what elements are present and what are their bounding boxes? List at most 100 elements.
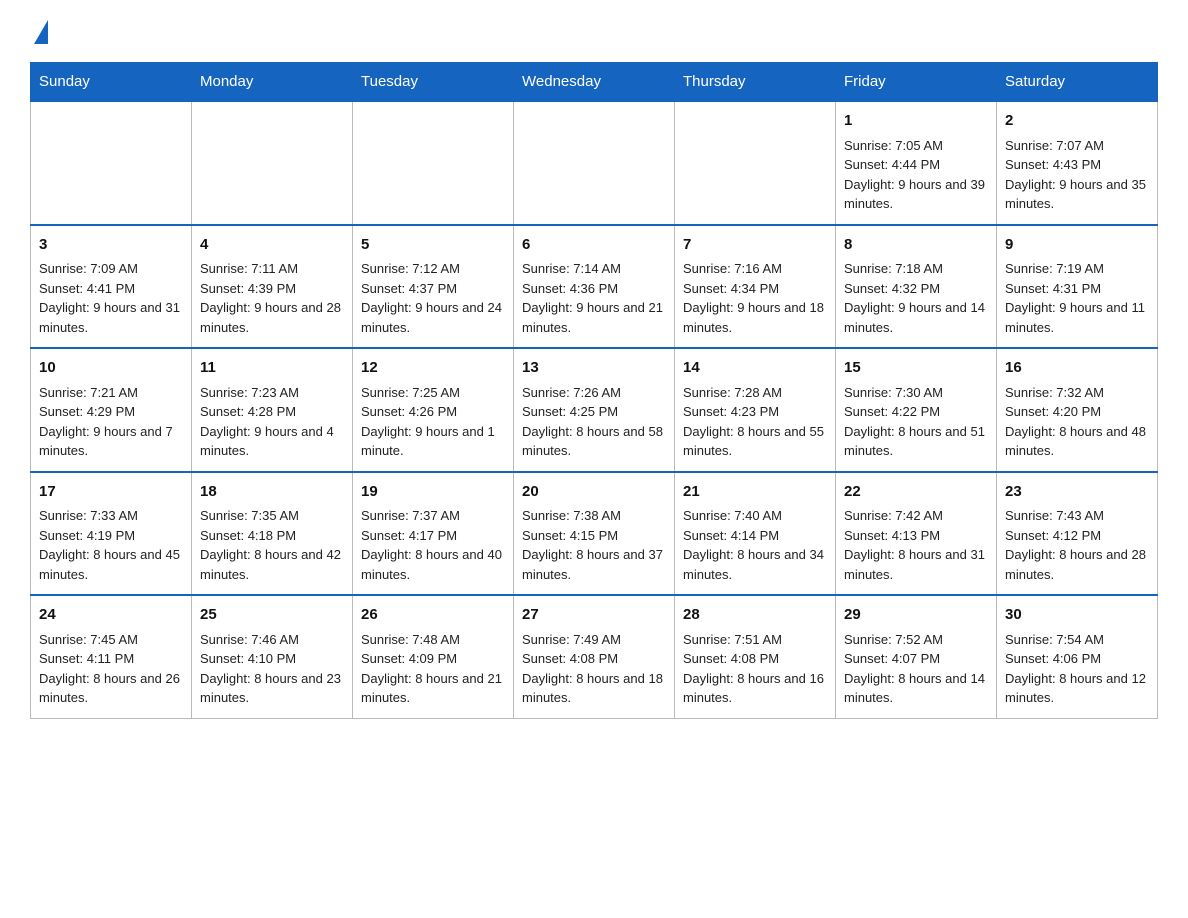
- calendar-cell: 20 Sunrise: 7:38 AMSunset: 4:15 PMDayligh…: [514, 472, 675, 596]
- day-number: 16: [1005, 357, 1149, 380]
- calendar-cell: 26 Sunrise: 7:48 AMSunset: 4:09 PMDayligh…: [353, 595, 514, 718]
- day-info: Sunrise: 7:43 AMSunset: 4:12 PMDaylight:…: [1005, 508, 1146, 582]
- day-number: 27: [522, 604, 666, 627]
- day-number: 23: [1005, 481, 1149, 504]
- day-info: Sunrise: 7:25 AMSunset: 4:26 PMDaylight:…: [361, 385, 495, 459]
- calendar-cell: 12 Sunrise: 7:25 AMSunset: 4:26 PMDayligh…: [353, 348, 514, 472]
- day-info: Sunrise: 7:52 AMSunset: 4:07 PMDaylight:…: [844, 632, 985, 706]
- day-number: 2: [1005, 110, 1149, 133]
- calendar-week-row: 17 Sunrise: 7:33 AMSunset: 4:19 PMDayligh…: [31, 472, 1158, 596]
- calendar-cell: 5 Sunrise: 7:12 AMSunset: 4:37 PMDaylight…: [353, 225, 514, 349]
- day-info: Sunrise: 7:32 AMSunset: 4:20 PMDaylight:…: [1005, 385, 1146, 459]
- day-info: Sunrise: 7:30 AMSunset: 4:22 PMDaylight:…: [844, 385, 985, 459]
- calendar-cell: 29 Sunrise: 7:52 AMSunset: 4:07 PMDayligh…: [836, 595, 997, 718]
- day-number: 5: [361, 234, 505, 257]
- day-number: 3: [39, 234, 183, 257]
- calendar-cell: 8Sunrise: 7:18 AMSunset: 4:32 PMDaylight…: [836, 225, 997, 349]
- day-number: 24: [39, 604, 183, 627]
- day-info: Sunrise: 7:35 AMSunset: 4:18 PMDaylight:…: [200, 508, 341, 582]
- day-of-week-header: Monday: [192, 63, 353, 102]
- calendar-cell: 24 Sunrise: 7:45 AMSunset: 4:11 PMDayligh…: [31, 595, 192, 718]
- calendar-cell: 11 Sunrise: 7:23 AMSunset: 4:28 PMDayligh…: [192, 348, 353, 472]
- calendar-cell: 18 Sunrise: 7:35 AMSunset: 4:18 PMDayligh…: [192, 472, 353, 596]
- day-info: Sunrise: 7:37 AMSunset: 4:17 PMDaylight:…: [361, 508, 502, 582]
- day-number: 11: [200, 357, 344, 380]
- day-number: 18: [200, 481, 344, 504]
- day-number: 1: [844, 110, 988, 133]
- day-number: 10: [39, 357, 183, 380]
- day-info: Sunrise: 7:07 AMSunset: 4:43 PMDaylight:…: [1005, 138, 1146, 212]
- day-info: Sunrise: 7:21 AMSunset: 4:29 PMDaylight:…: [39, 385, 173, 459]
- day-number: 6: [522, 234, 666, 257]
- calendar-week-row: 3Sunrise: 7:09 AMSunset: 4:41 PMDaylight…: [31, 225, 1158, 349]
- day-info: Sunrise: 7:23 AMSunset: 4:28 PMDaylight:…: [200, 385, 334, 459]
- calendar-cell: 25 Sunrise: 7:46 AMSunset: 4:10 PMDayligh…: [192, 595, 353, 718]
- day-info: Sunrise: 7:12 AMSunset: 4:37 PMDaylight:…: [361, 261, 502, 335]
- calendar-cell: 22 Sunrise: 7:42 AMSunset: 4:13 PMDayligh…: [836, 472, 997, 596]
- day-info: Sunrise: 7:18 AMSunset: 4:32 PMDaylight:…: [844, 261, 985, 335]
- day-info: Sunrise: 7:38 AMSunset: 4:15 PMDaylight:…: [522, 508, 663, 582]
- day-number: 28: [683, 604, 827, 627]
- calendar-week-row: 1Sunrise: 7:05 AMSunset: 4:44 PMDaylight…: [31, 101, 1158, 225]
- day-of-week-header: Wednesday: [514, 63, 675, 102]
- day-info: Sunrise: 7:14 AMSunset: 4:36 PMDaylight:…: [522, 261, 663, 335]
- day-number: 26: [361, 604, 505, 627]
- day-number: 12: [361, 357, 505, 380]
- day-info: Sunrise: 7:45 AMSunset: 4:11 PMDaylight:…: [39, 632, 180, 706]
- calendar-cell: 28 Sunrise: 7:51 AMSunset: 4:08 PMDayligh…: [675, 595, 836, 718]
- day-number: 13: [522, 357, 666, 380]
- calendar-cell: [514, 101, 675, 225]
- logo-triangle-icon: [34, 20, 48, 44]
- day-number: 29: [844, 604, 988, 627]
- calendar-cell: 23 Sunrise: 7:43 AMSunset: 4:12 PMDayligh…: [997, 472, 1158, 596]
- day-number: 15: [844, 357, 988, 380]
- day-info: Sunrise: 7:46 AMSunset: 4:10 PMDaylight:…: [200, 632, 341, 706]
- day-number: 20: [522, 481, 666, 504]
- day-info: Sunrise: 7:49 AMSunset: 4:08 PMDaylight:…: [522, 632, 663, 706]
- calendar-cell: 21Sunrise: 7:40 AMSunset: 4:14 PMDayligh…: [675, 472, 836, 596]
- day-info: Sunrise: 7:33 AMSunset: 4:19 PMDaylight:…: [39, 508, 180, 582]
- day-number: 14: [683, 357, 827, 380]
- logo: [30, 20, 48, 44]
- day-info: Sunrise: 7:28 AMSunset: 4:23 PMDaylight:…: [683, 385, 824, 459]
- calendar-cell: 7 Sunrise: 7:16 AMSunset: 4:34 PMDaylight…: [675, 225, 836, 349]
- calendar-cell: 15 Sunrise: 7:30 AMSunset: 4:22 PMDayligh…: [836, 348, 997, 472]
- day-info: Sunrise: 7:42 AMSunset: 4:13 PMDaylight:…: [844, 508, 985, 582]
- calendar-table: SundayMondayTuesdayWednesdayThursdayFrid…: [30, 62, 1158, 719]
- calendar-cell: 30 Sunrise: 7:54 AMSunset: 4:06 PMDayligh…: [997, 595, 1158, 718]
- day-number: 21: [683, 481, 827, 504]
- day-of-week-header: Saturday: [997, 63, 1158, 102]
- day-info: Sunrise: 7:16 AMSunset: 4:34 PMDaylight:…: [683, 261, 824, 335]
- day-of-week-header: Tuesday: [353, 63, 514, 102]
- calendar-cell: 14 Sunrise: 7:28 AMSunset: 4:23 PMDayligh…: [675, 348, 836, 472]
- day-info: Sunrise: 7:54 AMSunset: 4:06 PMDaylight:…: [1005, 632, 1146, 706]
- calendar-cell: 17 Sunrise: 7:33 AMSunset: 4:19 PMDayligh…: [31, 472, 192, 596]
- calendar-cell: [192, 101, 353, 225]
- day-number: 22: [844, 481, 988, 504]
- day-number: 30: [1005, 604, 1149, 627]
- day-of-week-header: Sunday: [31, 63, 192, 102]
- day-of-week-header: Friday: [836, 63, 997, 102]
- calendar-week-row: 10 Sunrise: 7:21 AMSunset: 4:29 PMDayligh…: [31, 348, 1158, 472]
- day-info: Sunrise: 7:48 AMSunset: 4:09 PMDaylight:…: [361, 632, 502, 706]
- day-number: 25: [200, 604, 344, 627]
- day-info: Sunrise: 7:11 AMSunset: 4:39 PMDaylight:…: [200, 261, 341, 335]
- calendar-cell: [675, 101, 836, 225]
- calendar-cell: 1Sunrise: 7:05 AMSunset: 4:44 PMDaylight…: [836, 101, 997, 225]
- calendar-cell: 3Sunrise: 7:09 AMSunset: 4:41 PMDaylight…: [31, 225, 192, 349]
- day-number: 17: [39, 481, 183, 504]
- calendar-header-row: SundayMondayTuesdayWednesdayThursdayFrid…: [31, 63, 1158, 102]
- day-of-week-header: Thursday: [675, 63, 836, 102]
- calendar-week-row: 24 Sunrise: 7:45 AMSunset: 4:11 PMDayligh…: [31, 595, 1158, 718]
- day-info: Sunrise: 7:19 AMSunset: 4:31 PMDaylight:…: [1005, 261, 1145, 335]
- day-number: 9: [1005, 234, 1149, 257]
- calendar-cell: 6 Sunrise: 7:14 AMSunset: 4:36 PMDaylight…: [514, 225, 675, 349]
- day-info: Sunrise: 7:51 AMSunset: 4:08 PMDaylight:…: [683, 632, 824, 706]
- calendar-cell: 9 Sunrise: 7:19 AMSunset: 4:31 PMDaylight…: [997, 225, 1158, 349]
- day-number: 19: [361, 481, 505, 504]
- day-number: 7: [683, 234, 827, 257]
- day-info: Sunrise: 7:26 AMSunset: 4:25 PMDaylight:…: [522, 385, 663, 459]
- calendar-cell: 10 Sunrise: 7:21 AMSunset: 4:29 PMDayligh…: [31, 348, 192, 472]
- calendar-cell: [353, 101, 514, 225]
- calendar-cell: 27 Sunrise: 7:49 AMSunset: 4:08 PMDayligh…: [514, 595, 675, 718]
